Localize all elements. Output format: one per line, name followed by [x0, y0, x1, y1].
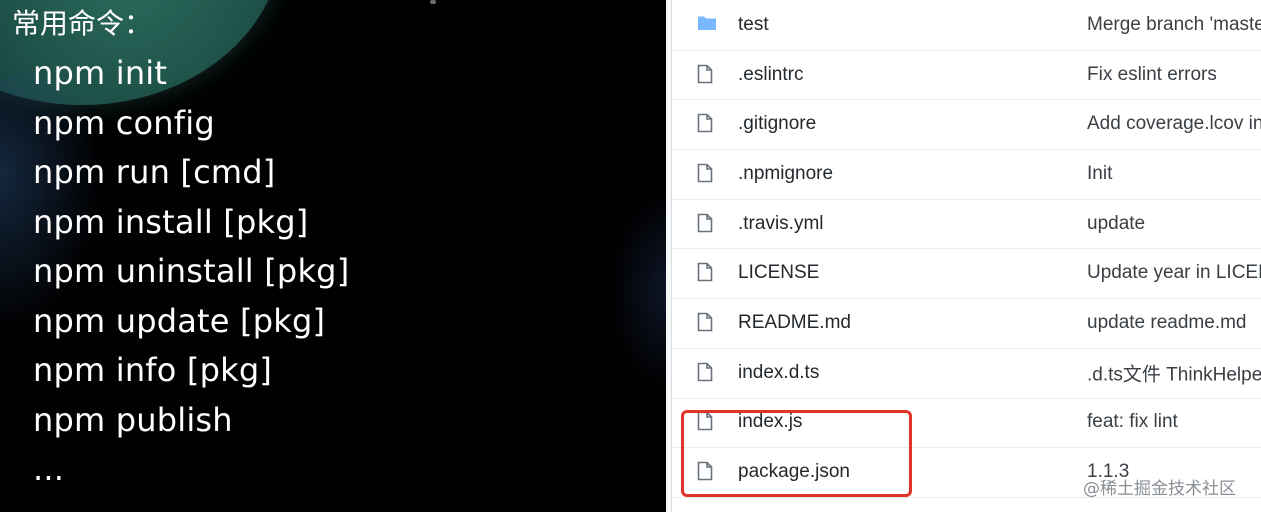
- file-row[interactable]: index.d.ts .d.ts文件 ThinkHelpe: [672, 348, 1261, 399]
- command-item: npm config: [33, 103, 215, 142]
- file-icon: [697, 262, 717, 284]
- command-item: npm init: [33, 54, 168, 92]
- folder-icon: [697, 14, 717, 36]
- commit-message-link[interactable]: Update year in LICEN: [1087, 262, 1261, 284]
- commit-message-link[interactable]: Merge branch 'master: [1087, 14, 1261, 36]
- commit-message-link[interactable]: update: [1087, 213, 1145, 235]
- file-name-link[interactable]: index.d.ts: [738, 362, 819, 384]
- command-item: npm install [pkg]: [33, 202, 309, 241]
- commit-message-link[interactable]: Fix eslint errors: [1087, 64, 1217, 86]
- file-row[interactable]: .npmignore Init: [672, 149, 1261, 200]
- command-item: npm publish: [33, 400, 233, 439]
- file-icon: [697, 213, 717, 235]
- file-icon: [697, 312, 717, 334]
- nebula-graphic: [610, 190, 666, 390]
- command-list: npm init npm config npm run [cmd] npm insta…: [33, 53, 349, 499]
- file-name-link[interactable]: .npmignore: [738, 163, 833, 185]
- command-item: ...: [33, 450, 65, 488]
- file-name-link[interactable]: .gitignore: [738, 113, 816, 135]
- file-name-link[interactable]: .eslintrc: [738, 64, 803, 86]
- commit-message-link[interactable]: .d.ts文件 ThinkHelpe: [1087, 359, 1261, 386]
- file-row[interactable]: test Merge branch 'master: [672, 0, 1261, 51]
- command-item: npm info [pkg]: [33, 351, 273, 389]
- file-name-link[interactable]: LICENSE: [738, 262, 819, 284]
- file-icon: [697, 64, 717, 86]
- file-row[interactable]: .eslintrc Fix eslint errors: [672, 50, 1261, 101]
- file-name-link[interactable]: README.md: [738, 312, 851, 334]
- slide-panel: 常用命令： npm init npm config npm run [cmd] npm…: [0, 0, 666, 512]
- command-item: npm run [cmd]: [33, 153, 276, 191]
- highlight-box: [681, 410, 912, 497]
- watermark: @稀土掘金技术社区: [1083, 479, 1236, 499]
- commit-message-link[interactable]: Add coverage.lcov in: [1087, 113, 1261, 135]
- file-icon: [697, 163, 717, 185]
- file-icon: [697, 362, 717, 384]
- commit-message-link[interactable]: Init: [1087, 163, 1112, 185]
- slide-title: 常用命令：: [12, 7, 153, 40]
- star-graphic: [430, 0, 436, 4]
- command-item: npm update [pkg]: [33, 301, 326, 340]
- file-name-link[interactable]: test: [738, 14, 769, 36]
- file-row[interactable]: README.md update readme.md: [672, 298, 1261, 349]
- commit-message-link[interactable]: feat: fix lint: [1087, 411, 1178, 433]
- file-row[interactable]: LICENSE Update year in LICEN: [672, 249, 1261, 300]
- file-name-link[interactable]: .travis.yml: [738, 213, 824, 235]
- commit-message-link[interactable]: update readme.md: [1087, 312, 1247, 334]
- command-item: npm uninstall [pkg]: [33, 252, 350, 290]
- file-row[interactable]: .travis.yml update: [672, 199, 1261, 250]
- file-icon: [697, 113, 717, 135]
- file-row[interactable]: .gitignore Add coverage.lcov in: [672, 99, 1261, 151]
